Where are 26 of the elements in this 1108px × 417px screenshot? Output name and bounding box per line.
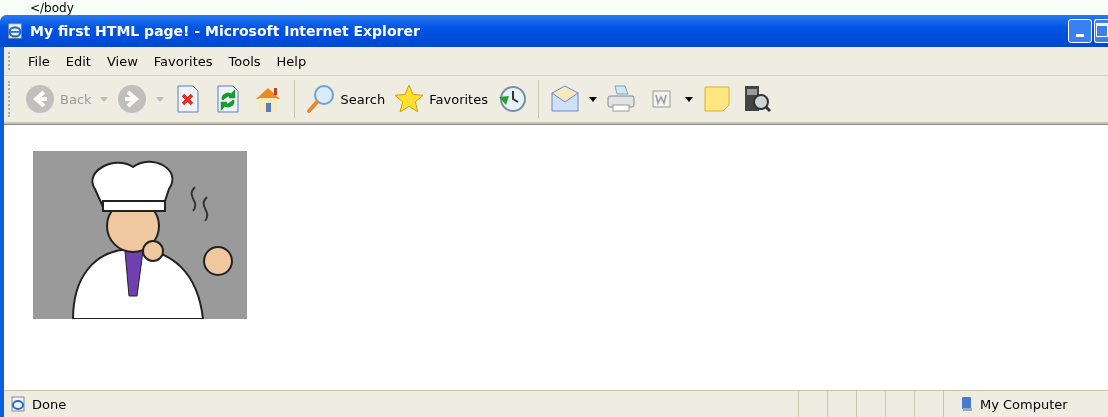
caret-icon <box>684 96 693 102</box>
caret-icon <box>155 96 164 102</box>
envelope-icon <box>548 83 581 115</box>
toolbar-button[interactable]: Favorites <box>391 81 490 117</box>
minimize-button[interactable] <box>1068 19 1092 43</box>
maximize-button[interactable] <box>1094 19 1108 43</box>
status-text: Done <box>32 396 67 412</box>
menu-item[interactable]: Tools <box>222 51 267 71</box>
menu-item[interactable]: View <box>100 51 144 71</box>
page-icon <box>10 396 26 412</box>
caret-icon <box>588 96 597 102</box>
menu-item[interactable]: File <box>22 51 56 71</box>
printer-icon <box>604 83 637 115</box>
code-fragment: </body <box>30 1 74 15</box>
menu-item[interactable]: Help <box>270 51 313 71</box>
menu-item[interactable]: Favorites <box>147 51 219 71</box>
zone-text: My Computer <box>980 396 1068 412</box>
star-icon <box>393 83 426 115</box>
caret-icon <box>99 96 108 102</box>
dropdown-button[interactable] <box>586 94 599 104</box>
menu-item[interactable]: Edit <box>59 51 97 71</box>
search-icon <box>304 83 337 115</box>
dropdown-button[interactable] <box>682 94 695 104</box>
toolbar-button[interactable]: Search <box>302 81 388 117</box>
window-title: My first HTML page! - Microsoft Internet Explorer <box>30 23 421 39</box>
browser-logo-icon <box>6 22 24 40</box>
